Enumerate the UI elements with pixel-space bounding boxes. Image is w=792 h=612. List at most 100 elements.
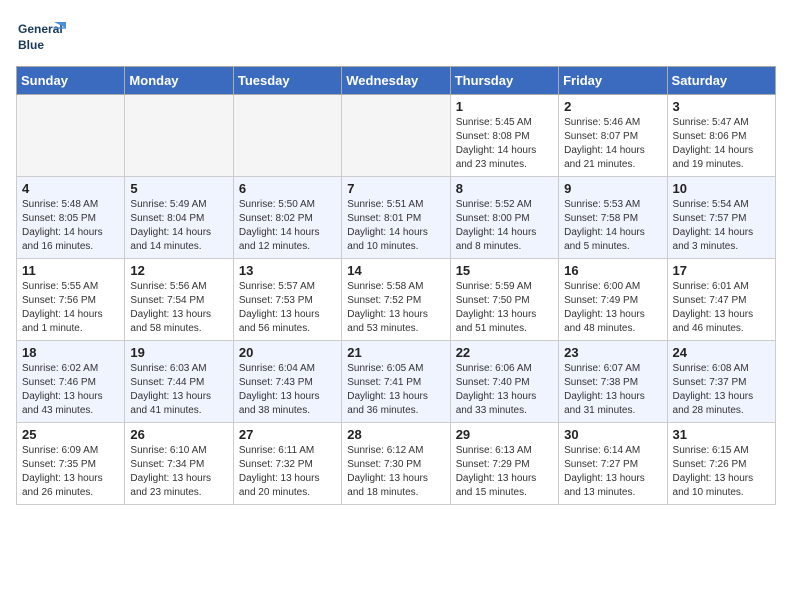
day-info: Sunrise: 6:00 AM Sunset: 7:49 PM Dayligh… [564,280,661,336]
calendar-cell: 21Sunrise: 6:05 AM Sunset: 7:41 PM Dayli… [342,341,450,423]
calendar-cell: 10Sunrise: 5:54 AM Sunset: 7:57 PM Dayli… [667,177,775,259]
calendar-cell: 4 Sunrise: 5:48 AM Sunset: 8:05 PM Daylig… [17,177,125,259]
day-info: Sunrise: 6:03 AM Sunset: 7:44 PM Dayligh… [130,362,227,418]
day-number: 17 [673,263,770,278]
weekday-header-tuesday: Tuesday [233,67,341,95]
day-info: Sunrise: 5:54 AM Sunset: 7:57 PM Dayligh… [673,198,770,254]
calendar-cell: 14 Sunrise: 5:58 AM Sunset: 7:52 PM Dayli… [342,259,450,341]
day-info: Sunrise: 5:47 AM Sunset: 8:06 PM Dayligh… [673,116,770,172]
day-info: Sunrise: 6:12 AM Sunset: 7:30 PM Dayligh… [347,444,444,500]
day-info: Sunrise: 6:06 AM Sunset: 7:40 PM Dayligh… [456,362,553,418]
calendar-cell [342,95,450,177]
day-info: Sunrise: 6:10 AM Sunset: 7:34 PM Dayligh… [130,444,227,500]
day-info: Sunrise: 5:53 AM Sunset: 7:58 PM Dayligh… [564,198,661,254]
day-info: Sunrise: 6:11 AM Sunset: 7:32 PM Dayligh… [239,444,336,500]
day-info: Sunrise: 5:55 AM Sunset: 7:56 PM Dayligh… [22,280,119,336]
day-info: Sunrise: 5:52 AM Sunset: 8:00 PM Dayligh… [456,198,553,254]
day-info: Sunrise: 6:05 AM Sunset: 7:41 PM Dayligh… [347,362,444,418]
day-number: 6 [239,181,336,196]
calendar-cell: 1 Sunrise: 5:45 AM Sunset: 8:08 PM Daylig… [450,95,558,177]
calendar-week-row: 25 Sunrise: 6:09 AM Sunset: 7:35 PM Dayli… [17,423,776,505]
day-info: Sunrise: 5:49 AM Sunset: 8:04 PM Dayligh… [130,198,227,254]
calendar-cell: 8Sunrise: 5:52 AM Sunset: 8:00 PM Daylig… [450,177,558,259]
day-info: Sunrise: 6:09 AM Sunset: 7:35 PM Dayligh… [22,444,119,500]
day-info: Sunrise: 5:45 AM Sunset: 8:08 PM Dayligh… [456,116,553,172]
day-info: Sunrise: 5:48 AM Sunset: 8:05 PM Dayligh… [22,198,119,254]
calendar-cell: 25 Sunrise: 6:09 AM Sunset: 7:35 PM Dayli… [17,423,125,505]
header: General Blue [16,16,776,56]
day-info: Sunrise: 5:56 AM Sunset: 7:54 PM Dayligh… [130,280,227,336]
day-number: 22 [456,345,553,360]
day-number: 15 [456,263,553,278]
day-number: 2 [564,99,661,114]
calendar-cell [17,95,125,177]
day-info: Sunrise: 5:46 AM Sunset: 8:07 PM Dayligh… [564,116,661,172]
calendar-cell: 15 Sunrise: 5:59 AM Sunset: 7:50 PM Dayli… [450,259,558,341]
day-number: 9 [564,181,661,196]
weekday-header-wednesday: Wednesday [342,67,450,95]
calendar-cell: 5Sunrise: 5:49 AM Sunset: 8:04 PM Daylig… [125,177,233,259]
day-number: 13 [239,263,336,278]
day-number: 19 [130,345,227,360]
weekday-header-friday: Friday [559,67,667,95]
day-info: Sunrise: 5:57 AM Sunset: 7:53 PM Dayligh… [239,280,336,336]
calendar-week-row: 4 Sunrise: 5:48 AM Sunset: 8:05 PM Daylig… [17,177,776,259]
day-number: 26 [130,427,227,442]
day-info: Sunrise: 5:50 AM Sunset: 8:02 PM Dayligh… [239,198,336,254]
calendar-cell: 17 Sunrise: 6:01 AM Sunset: 7:47 PM Dayli… [667,259,775,341]
day-number: 24 [673,345,770,360]
calendar-body: 1 Sunrise: 5:45 AM Sunset: 8:08 PM Daylig… [17,95,776,505]
day-info: Sunrise: 5:59 AM Sunset: 7:50 PM Dayligh… [456,280,553,336]
logo: General Blue [16,16,68,56]
calendar-cell [125,95,233,177]
day-info: Sunrise: 6:14 AM Sunset: 7:27 PM Dayligh… [564,444,661,500]
calendar-cell: 18Sunrise: 6:02 AM Sunset: 7:46 PM Dayli… [17,341,125,423]
calendar-cell: 30Sunrise: 6:14 AM Sunset: 7:27 PM Dayli… [559,423,667,505]
calendar-cell: 7Sunrise: 5:51 AM Sunset: 8:01 PM Daylig… [342,177,450,259]
calendar-cell: 29 Sunrise: 6:13 AM Sunset: 7:29 PM Dayli… [450,423,558,505]
calendar-week-row: 1 Sunrise: 5:45 AM Sunset: 8:08 PM Daylig… [17,95,776,177]
calendar-cell: 31Sunrise: 6:15 AM Sunset: 7:26 PM Dayli… [667,423,775,505]
calendar-cell: 19 Sunrise: 6:03 AM Sunset: 7:44 PM Dayli… [125,341,233,423]
calendar-cell: 23Sunrise: 6:07 AM Sunset: 7:38 PM Dayli… [559,341,667,423]
calendar-cell: 13 Sunrise: 5:57 AM Sunset: 7:53 PM Dayli… [233,259,341,341]
day-info: Sunrise: 6:02 AM Sunset: 7:46 PM Dayligh… [22,362,119,418]
calendar-cell: 27Sunrise: 6:11 AM Sunset: 7:32 PM Dayli… [233,423,341,505]
weekday-header-thursday: Thursday [450,67,558,95]
weekday-header-sunday: Sunday [17,67,125,95]
svg-text:Blue: Blue [18,38,44,52]
calendar-week-row: 18Sunrise: 6:02 AM Sunset: 7:46 PM Dayli… [17,341,776,423]
day-info: Sunrise: 5:58 AM Sunset: 7:52 PM Dayligh… [347,280,444,336]
calendar-cell: 3Sunrise: 5:47 AM Sunset: 8:06 PM Daylig… [667,95,775,177]
calendar-cell [233,95,341,177]
calendar-cell: 2 Sunrise: 5:46 AM Sunset: 8:07 PM Daylig… [559,95,667,177]
weekday-header-row: SundayMondayTuesdayWednesdayThursdayFrid… [17,67,776,95]
day-number: 14 [347,263,444,278]
day-number: 28 [347,427,444,442]
calendar-cell: 28 Sunrise: 6:12 AM Sunset: 7:30 PM Dayli… [342,423,450,505]
calendar-cell: 22 Sunrise: 6:06 AM Sunset: 7:40 PM Dayli… [450,341,558,423]
calendar-header: SundayMondayTuesdayWednesdayThursdayFrid… [17,67,776,95]
svg-text:General: General [18,22,63,36]
calendar-cell: 24 Sunrise: 6:08 AM Sunset: 7:37 PM Dayli… [667,341,775,423]
logo-svg: General Blue [16,16,68,56]
calendar-table: SundayMondayTuesdayWednesdayThursdayFrid… [16,66,776,505]
day-number: 11 [22,263,119,278]
calendar-week-row: 11 Sunrise: 5:55 AM Sunset: 7:56 PM Dayli… [17,259,776,341]
day-info: Sunrise: 6:08 AM Sunset: 7:37 PM Dayligh… [673,362,770,418]
day-info: Sunrise: 6:01 AM Sunset: 7:47 PM Dayligh… [673,280,770,336]
calendar-cell: 20Sunrise: 6:04 AM Sunset: 7:43 PM Dayli… [233,341,341,423]
calendar-cell: 12 Sunrise: 5:56 AM Sunset: 7:54 PM Dayli… [125,259,233,341]
day-number: 25 [22,427,119,442]
calendar-cell: 26 Sunrise: 6:10 AM Sunset: 7:34 PM Dayli… [125,423,233,505]
day-number: 29 [456,427,553,442]
weekday-header-saturday: Saturday [667,67,775,95]
day-info: Sunrise: 6:13 AM Sunset: 7:29 PM Dayligh… [456,444,553,500]
day-number: 1 [456,99,553,114]
day-number: 4 [22,181,119,196]
day-info: Sunrise: 6:15 AM Sunset: 7:26 PM Dayligh… [673,444,770,500]
day-info: Sunrise: 6:07 AM Sunset: 7:38 PM Dayligh… [564,362,661,418]
day-number: 7 [347,181,444,196]
day-number: 12 [130,263,227,278]
day-number: 20 [239,345,336,360]
